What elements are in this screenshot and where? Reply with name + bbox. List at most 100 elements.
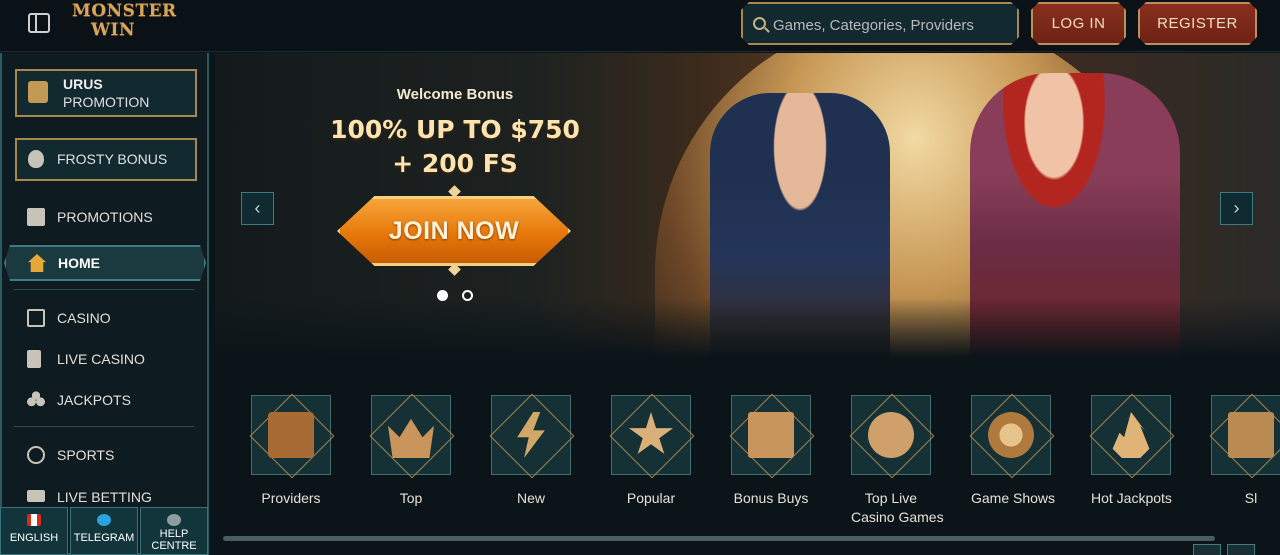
divider	[14, 426, 194, 427]
sidebar-item-label: LIVE BETTING	[57, 489, 152, 505]
live-icon	[27, 490, 45, 502]
telegram-label: TELEGRAM	[73, 532, 135, 544]
wheel-icon	[988, 412, 1034, 458]
category-label: Hot Jackpots	[1091, 490, 1172, 506]
search-input[interactable]	[773, 14, 1013, 36]
sidebar-item-jackpots[interactable]: JACKPOTS	[2, 382, 207, 418]
hero-banner[interactable]: Welcome Bonus 100% UP TO $750 + 200 FS J…	[215, 53, 1280, 358]
bull-icon	[28, 81, 48, 103]
star-icon	[628, 412, 674, 454]
login-button[interactable]: LOG IN	[1031, 2, 1126, 45]
sidebar-item-sports[interactable]: SPORTS	[2, 437, 207, 473]
hero-title-line1: 100% UP TO $750	[330, 115, 580, 144]
category-label-line2: Casino Games	[851, 509, 944, 525]
category-bonus-buys[interactable]: Bonus Buys	[731, 395, 811, 508]
category-next-button[interactable]	[1227, 544, 1255, 555]
hero-title-line2: + 200 FS	[392, 149, 518, 178]
carousel-prev-button[interactable]: ‹	[241, 192, 274, 225]
diamond-ornament	[448, 185, 461, 198]
category-tile	[731, 395, 811, 475]
flame-icon	[1112, 412, 1150, 458]
category-prev-button[interactable]	[1193, 544, 1221, 555]
divider	[14, 289, 194, 290]
category-scrollbar[interactable]	[223, 536, 1215, 541]
slot-machine-icon	[27, 309, 45, 327]
sidebar-item-label: JACKPOTS	[57, 392, 131, 408]
category-carousel: Providers Top New Popular Bonus Buys Top…	[215, 358, 1280, 555]
sidebar-item-casino[interactable]: CASINO	[2, 300, 207, 336]
category-label: Top	[399, 490, 423, 506]
slot-icon	[1228, 412, 1274, 458]
hero-title: 100% UP TO $750 + 200 FS	[305, 113, 605, 181]
category-label-line1: Top Live	[864, 490, 918, 506]
category-popular[interactable]: Popular	[611, 395, 691, 508]
carousel-dot[interactable]	[462, 290, 473, 301]
category-label: Providers	[261, 490, 321, 506]
category-tile	[251, 395, 331, 475]
search-icon	[753, 17, 766, 30]
carousel-dot-active[interactable]	[437, 290, 448, 301]
category-tile	[611, 395, 691, 475]
basketball-icon	[27, 446, 45, 464]
clover-icon	[27, 391, 45, 409]
canada-flag-icon	[27, 514, 41, 526]
hero-subtitle: Welcome Bonus	[396, 86, 514, 103]
frosty-bonus-card[interactable]: FROSTY BONUS	[15, 138, 197, 181]
carousel-next-button[interactable]: ›	[1220, 192, 1253, 225]
category-label: Top Live Casino Games	[851, 489, 944, 527]
hero-fade	[215, 298, 1280, 358]
category-tile	[971, 395, 1051, 475]
help-label-line2: CENTRE	[151, 540, 197, 552]
category-label: New	[516, 490, 545, 506]
sidebar-toggle-icon[interactable]	[28, 13, 50, 33]
language-button[interactable]: ENGLISH	[0, 507, 68, 555]
sidebar-item-label: HOME	[58, 255, 100, 271]
category-game-shows[interactable]: Game Shows	[971, 395, 1056, 508]
category-top-live-casino-games[interactable]: Top Live Casino Games	[851, 395, 944, 527]
sidebar-item-home[interactable]: HOME	[4, 245, 206, 281]
crown-icon	[388, 418, 434, 458]
register-button[interactable]: REGISTER	[1138, 2, 1257, 45]
urus-promotion-label: PROMOTION	[63, 94, 150, 110]
category-tile	[1211, 395, 1280, 475]
category-providers[interactable]: Providers	[251, 395, 331, 508]
cards-icon	[27, 350, 41, 368]
chip-icon	[868, 412, 914, 458]
sidebar-item-live-casino[interactable]: LIVE CASINO	[2, 341, 207, 377]
category-label: Game Shows	[971, 490, 1056, 506]
book-icon	[268, 412, 314, 458]
category-label: Sl	[1244, 490, 1258, 506]
urus-promotion-card[interactable]: URUS PROMOTION	[15, 69, 197, 117]
lightning-icon	[517, 412, 545, 458]
category-label: Bonus Buys	[733, 490, 809, 506]
sidebar-item-label: LIVE CASINO	[57, 351, 145, 367]
bottom-bar: ENGLISH TELEGRAM HELP CENTRE	[0, 507, 215, 555]
home-icon	[28, 254, 46, 272]
language-label: ENGLISH	[9, 532, 59, 544]
top-bar: MONSTER WIN LOG IN REGISTER	[0, 0, 1280, 52]
category-tile	[491, 395, 571, 475]
telegram-button[interactable]: TELEGRAM	[70, 507, 138, 555]
gift-icon	[27, 208, 45, 226]
sidebar-item-label: PROMOTIONS	[57, 209, 153, 225]
category-label: Popular	[626, 490, 676, 506]
category-hot-jackpots[interactable]: Hot Jackpots	[1091, 395, 1172, 508]
sidebar-item-promotions[interactable]: PROMOTIONS	[2, 199, 207, 235]
join-now-button[interactable]: JOIN NOW	[337, 196, 571, 266]
category-top[interactable]: Top	[371, 395, 451, 508]
frosty-bonus-label: FROSTY BONUS	[57, 151, 168, 167]
search-box[interactable]	[741, 2, 1019, 45]
category-tile	[1091, 395, 1171, 475]
category-new[interactable]: New	[491, 395, 571, 508]
sidebar-item-label: CASINO	[57, 310, 111, 326]
category-tile	[851, 395, 931, 475]
category-slots-partial[interactable]: Sl	[1211, 395, 1280, 508]
urus-brand: URUS	[63, 76, 103, 92]
telegram-icon	[97, 514, 111, 526]
logo[interactable]: MONSTER WIN	[72, 2, 176, 46]
ornament-icon	[28, 150, 44, 168]
help-icon	[167, 514, 181, 526]
sidebar-item-label: SPORTS	[57, 447, 115, 463]
help-centre-button[interactable]: HELP CENTRE	[140, 507, 208, 555]
category-tile	[371, 395, 451, 475]
